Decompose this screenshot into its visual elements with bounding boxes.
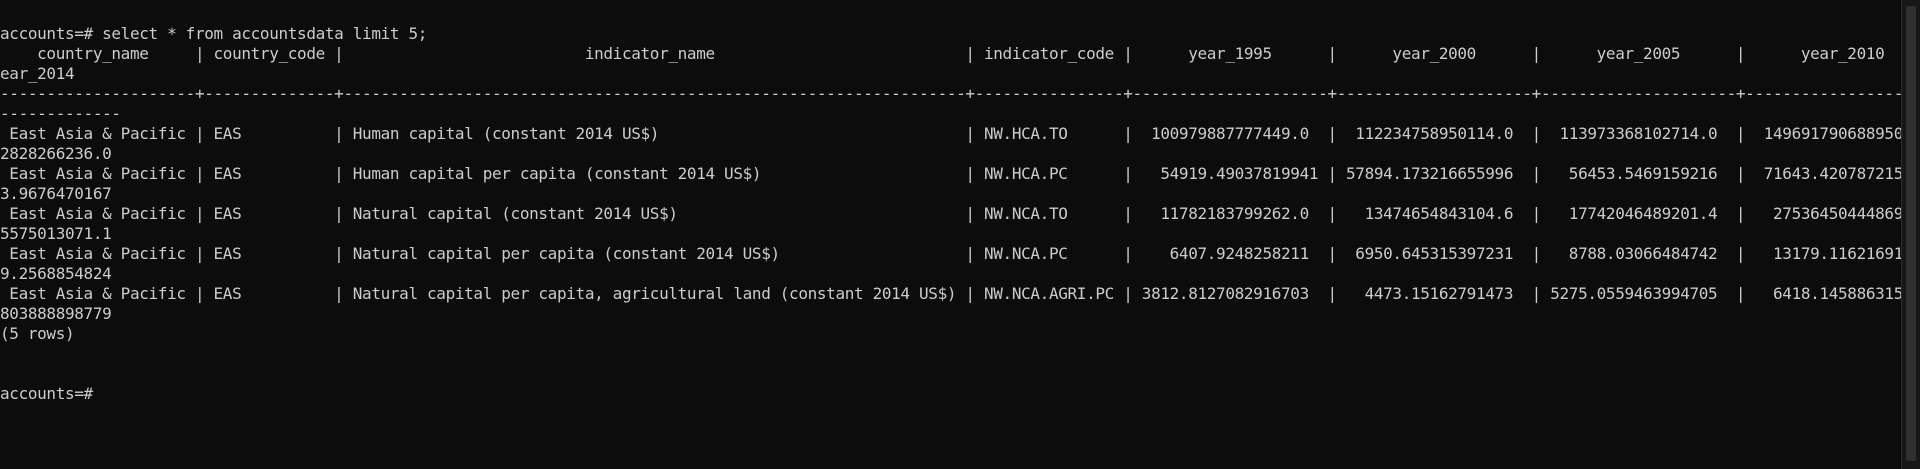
terminal-line: 9.2568854824 xyxy=(0,264,112,283)
terminal-line: ---------------------+--------------+---… xyxy=(0,84,1902,103)
terminal-line: East Asia & Pacific | EAS | Human capita… xyxy=(0,164,1902,183)
terminal-line: 803888898779 xyxy=(0,304,112,323)
terminal-line: East Asia & Pacific | EAS | Natural capi… xyxy=(0,204,1902,223)
terminal-window[interactable]: accounts=# select * from accountsdata li… xyxy=(0,0,1902,469)
terminal-line: 3.9676470167 xyxy=(0,184,112,203)
terminal-prompt[interactable]: accounts=# xyxy=(0,384,1902,404)
terminal-line: East Asia & Pacific | EAS | Natural capi… xyxy=(0,244,1902,263)
terminal-line: 5575013071.1 xyxy=(0,224,112,243)
terminal-line: accounts=# select * from accountsdata li… xyxy=(0,24,428,43)
terminal-line: ------------- xyxy=(0,104,121,123)
vertical-scrollbar[interactable] xyxy=(1901,0,1920,469)
terminal-line: country_name | country_code | indicator_… xyxy=(0,44,1902,63)
terminal-line: East Asia & Pacific | EAS | Natural capi… xyxy=(0,284,1902,303)
terminal-line: (5 rows) xyxy=(0,324,75,343)
terminal-line: East Asia & Pacific | EAS | Human capita… xyxy=(0,124,1902,143)
terminal-line: ear_2014 xyxy=(0,64,75,83)
scrollbar-thumb[interactable] xyxy=(1906,6,1916,461)
terminal-output: accounts=# select * from accountsdata li… xyxy=(0,0,1902,404)
terminal-line: 2828266236.0 xyxy=(0,144,112,163)
